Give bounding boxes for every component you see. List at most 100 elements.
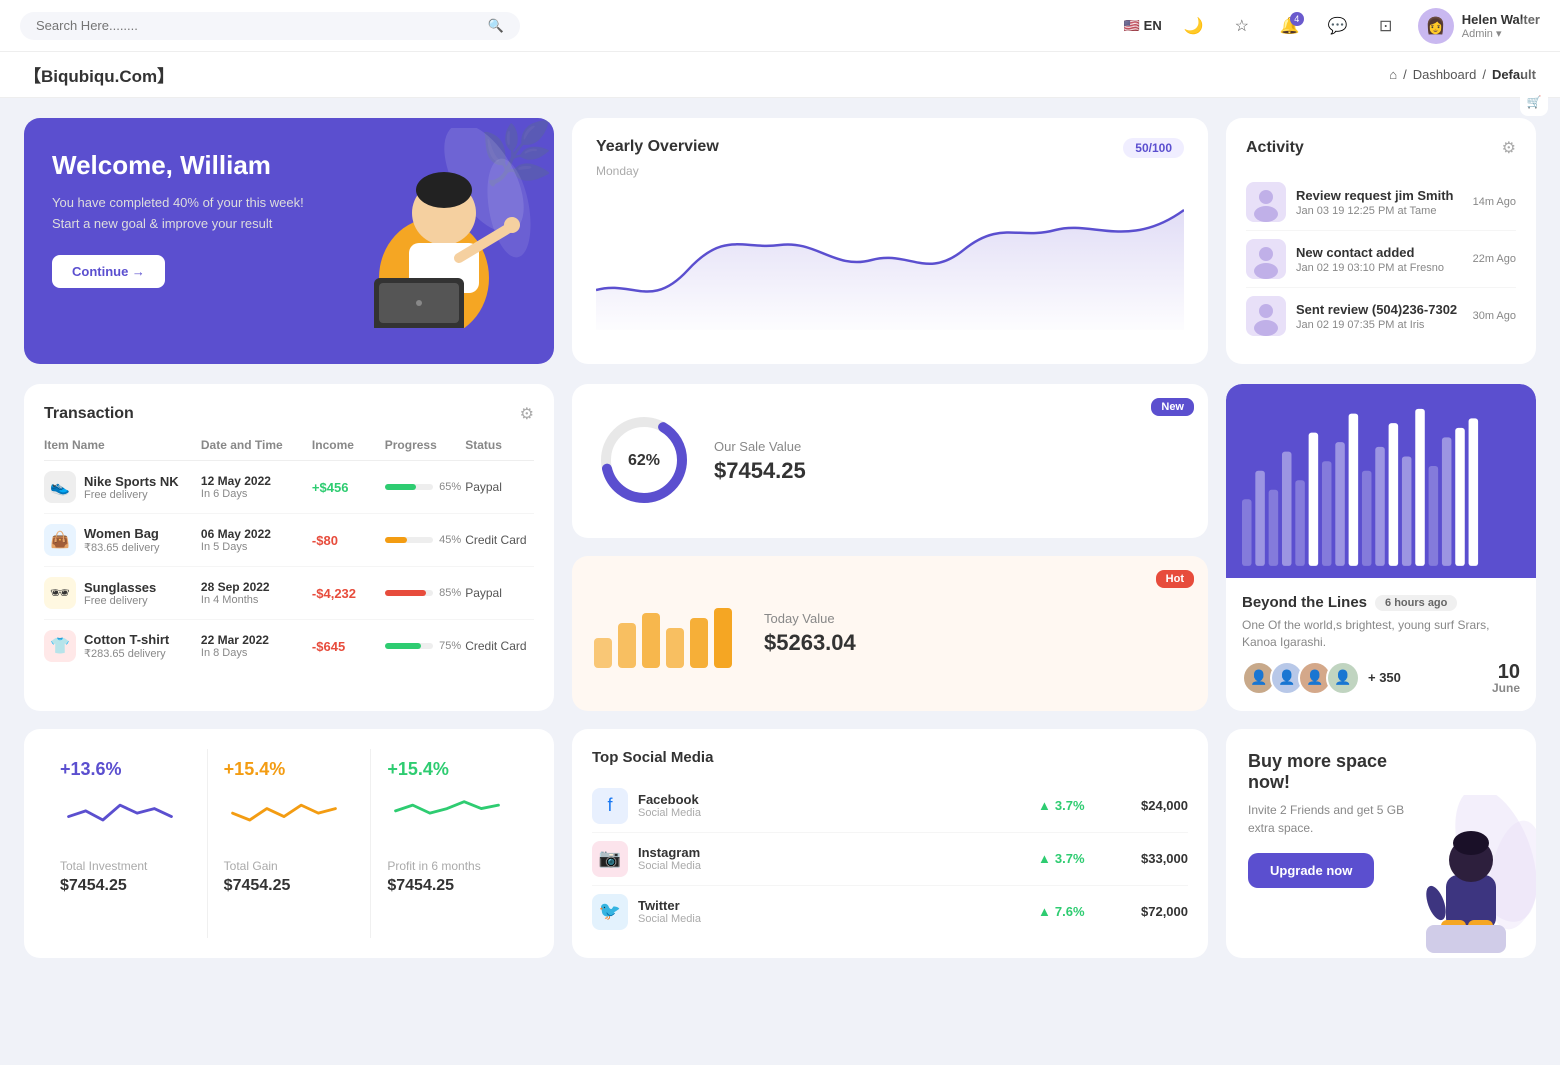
- sparkline: [60, 788, 180, 828]
- social-list: f Facebook Social Media ▲3.7% $24,000 📷 …: [592, 780, 1188, 938]
- progress-cell: 45%: [385, 534, 461, 546]
- activity-item: Review request jim Smith Jan 03 19 12:25…: [1246, 174, 1516, 231]
- metric-label: Total Gain: [224, 859, 355, 873]
- transaction-settings-icon[interactable]: ⚙: [520, 404, 534, 424]
- welcome-illustration: [314, 128, 534, 328]
- breadcrumb: ⌂ / Dashboard / Default: [1389, 67, 1536, 82]
- metrics-card: +13.6% Total Investment $7454.25 +15.4% …: [24, 729, 554, 958]
- status-cell: Paypal: [465, 586, 534, 600]
- social-info: Facebook Social Media: [638, 792, 1028, 819]
- activity-card: Activity ⚙ Review request jim Smith Jan …: [1226, 118, 1536, 364]
- progress-cell: 75%: [385, 640, 461, 652]
- metrics-list: +13.6% Total Investment $7454.25 +15.4% …: [44, 749, 534, 938]
- beyond-time: 6 hours ago: [1375, 595, 1457, 611]
- progress-bar-bg: [385, 537, 433, 543]
- chat-btn[interactable]: 💬: [1322, 10, 1354, 42]
- beyond-plus-count: + 350: [1368, 670, 1401, 685]
- act-time: 22m Ago: [1473, 253, 1516, 265]
- buy-title: Buy more space now!: [1248, 751, 1428, 793]
- transaction-title: Transaction: [44, 405, 134, 423]
- yearly-day: Monday: [596, 164, 1184, 178]
- beyond-title: Beyond the Lines: [1242, 594, 1367, 611]
- act-avatar: [1246, 239, 1286, 279]
- date-main: 06 May 2022: [201, 527, 308, 541]
- social-platform-icon: 📷: [592, 841, 628, 877]
- yearly-badge: 50/100: [1123, 138, 1184, 158]
- breadcrumb-dashboard[interactable]: Dashboard: [1413, 67, 1477, 82]
- social-value: $24,000: [1118, 798, 1188, 813]
- act-time: 30m Ago: [1473, 310, 1516, 322]
- sale-hot-value: $5263.04: [764, 630, 856, 656]
- search-bar[interactable]: 🔍: [20, 12, 520, 40]
- main-row1: 🌿 Welcome, William You have completed 40…: [0, 98, 1560, 384]
- date-cell: 28 Sep 2022 In 4 Months: [201, 580, 308, 606]
- item-icon: 🕶: [44, 577, 76, 609]
- search-input[interactable]: [36, 18, 480, 33]
- user-avatar: 👩: [1418, 8, 1454, 44]
- item-cell: 👕 Cotton T-shirt ₹283.65 delivery: [44, 630, 197, 662]
- table-row: 👜 Women Bag ₹83.65 delivery 06 May 2022 …: [44, 514, 534, 567]
- social-name: Facebook: [638, 792, 1028, 807]
- beyond-date-num: 10: [1492, 662, 1520, 682]
- transaction-card: Transaction ⚙ Item Name Date and Time In…: [24, 384, 554, 711]
- social-item: 📷 Instagram Social Media ▲3.7% $33,000: [592, 833, 1188, 886]
- continue-button[interactable]: Continue →: [52, 255, 165, 288]
- dark-mode-btn[interactable]: 🌙: [1178, 10, 1210, 42]
- social-item: f Facebook Social Media ▲3.7% $24,000: [592, 780, 1188, 833]
- breadcrumb-bar: 【Biqubiqu.Com】 ⌂ / Dashboard / Default: [0, 52, 1560, 98]
- arrow-up-icon: ▲: [1038, 798, 1051, 813]
- layout-btn[interactable]: ⊡: [1370, 10, 1402, 42]
- col-date: Date and Time: [201, 438, 308, 452]
- metric-value: $7454.25: [387, 877, 518, 895]
- notification-badge: 4: [1290, 12, 1304, 26]
- item-name: Sunglasses: [84, 580, 156, 595]
- item-icon: 👟: [44, 471, 76, 503]
- date-sub: In 6 Days: [201, 488, 308, 500]
- upgrade-button[interactable]: Upgrade now: [1248, 853, 1374, 888]
- metric-label: Profit in 6 months: [387, 859, 518, 873]
- social-sub: Social Media: [638, 913, 1028, 925]
- language-selector[interactable]: 🇺🇸 EN: [1123, 18, 1161, 34]
- table-row: 👟 Nike Sports NK Free delivery 12 May 20…: [44, 461, 534, 514]
- today-bar-chart: [594, 598, 744, 668]
- buy-space-card: Buy more space now! Invite 2 Friends and…: [1226, 729, 1536, 958]
- mini-avatar-4: 👤: [1326, 661, 1360, 695]
- breadcrumb-sep2: /: [1482, 67, 1486, 82]
- beyond-sub: One Of the world,s brightest, young surf…: [1242, 617, 1520, 651]
- income-cell: -$645: [312, 639, 381, 654]
- metric-item: +13.6% Total Investment $7454.25: [44, 749, 208, 938]
- status-cell: Paypal: [465, 480, 534, 494]
- progress-pct: 45%: [439, 534, 461, 546]
- bar-beyond-card: ↗ ⚙ 🛒 Beyond the Lines 6 hours ago One O…: [1226, 384, 1536, 711]
- arrow-up-icon: ▲: [1038, 904, 1051, 919]
- yearly-header: Yearly Overview 50/100: [596, 138, 1184, 158]
- metric-item: +15.4% Profit in 6 months $7454.25: [371, 749, 534, 938]
- progress-pct: 65%: [439, 481, 461, 493]
- donut-label: 62%: [628, 452, 660, 470]
- notifications-btn[interactable]: 🔔 4: [1274, 10, 1306, 42]
- arrow-up-icon: ▲: [1038, 851, 1051, 866]
- star-btn[interactable]: ☆: [1226, 10, 1258, 42]
- sale-hot-label: Today Value: [764, 611, 856, 626]
- sparkline: [224, 788, 344, 828]
- bar-chart-section: ↗ ⚙ 🛒: [1226, 384, 1536, 580]
- metric-item: +15.4% Total Gain $7454.25: [208, 749, 372, 938]
- beyond-card: Beyond the Lines 6 hours ago One Of the …: [1226, 578, 1536, 711]
- social-value: $33,000: [1118, 851, 1188, 866]
- col-status: Status: [465, 438, 534, 452]
- yearly-overview-card: Yearly Overview 50/100 Monday: [572, 118, 1208, 364]
- social-pct: ▲3.7%: [1038, 851, 1108, 866]
- home-icon[interactable]: ⌂: [1389, 67, 1397, 82]
- date-sub: In 4 Months: [201, 594, 308, 606]
- act-info: New contact added Jan 02 19 03:10 PM at …: [1296, 245, 1463, 274]
- main-row2: Transaction ⚙ Item Name Date and Time In…: [0, 384, 1560, 729]
- activity-settings-icon[interactable]: ⚙: [1502, 138, 1516, 158]
- date-cell: 06 May 2022 In 5 Days: [201, 527, 308, 553]
- item-icon: 👜: [44, 524, 76, 556]
- progress-bar-bg: [385, 590, 433, 596]
- lang-label: EN: [1144, 18, 1162, 33]
- beyond-title-row: Beyond the Lines 6 hours ago: [1242, 594, 1520, 611]
- social-name: Instagram: [638, 845, 1028, 860]
- social-item: 🐦 Twitter Social Media ▲7.6% $72,000: [592, 886, 1188, 938]
- table-row: 🕶 Sunglasses Free delivery 28 Sep 2022 I…: [44, 567, 534, 620]
